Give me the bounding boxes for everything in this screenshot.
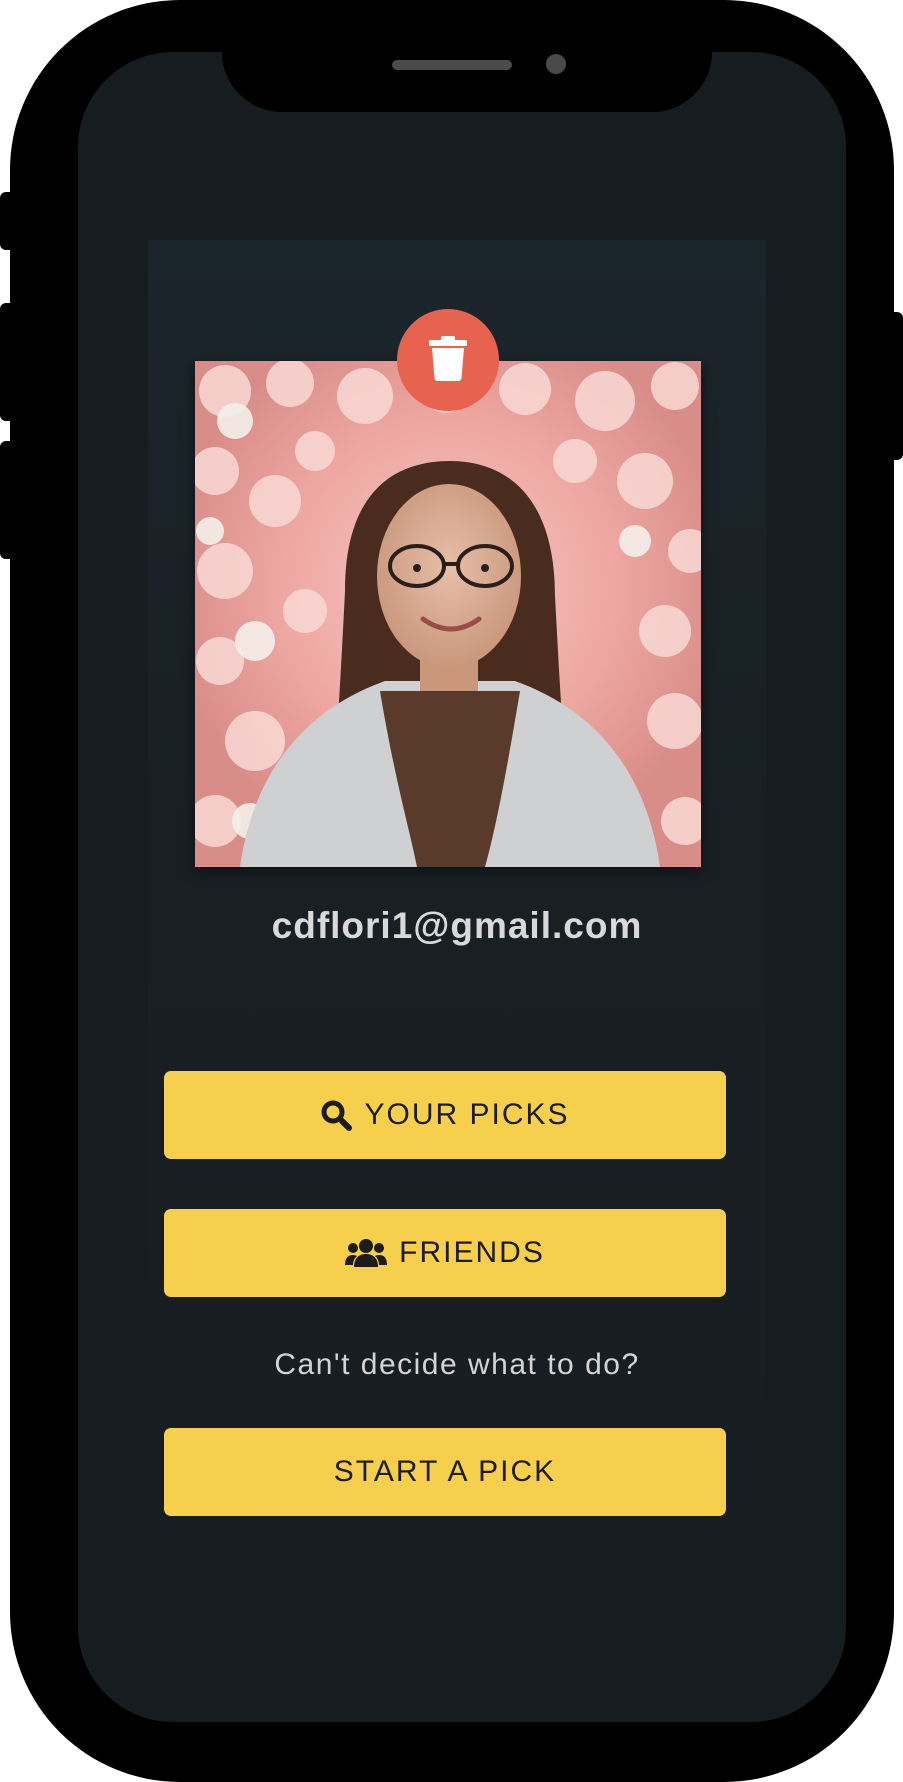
- notch-top: [222, 20, 712, 60]
- start-pick-label: START A PICK: [333, 1455, 557, 1488]
- your-picks-label: YOUR PICKS: [364, 1098, 570, 1131]
- users-icon: [345, 1237, 388, 1269]
- your-picks-button[interactable]: YOUR PICKS: [164, 1071, 726, 1159]
- profile-email: cdflori1@gmail.com: [271, 905, 643, 946]
- friends-button[interactable]: FRIENDS: [164, 1209, 726, 1297]
- delete-photo-button[interactable]: [397, 309, 499, 411]
- decide-prompt: Can't decide what to do?: [274, 1348, 640, 1381]
- friends-label: FRIENDS: [399, 1236, 545, 1269]
- front-camera: [546, 54, 566, 74]
- search-icon: [320, 1099, 353, 1131]
- speaker-grille: [392, 60, 512, 70]
- device-mockup: cdflori1@gmail.com YOUR PICKS FRIENDS Ca…: [0, 0, 903, 1782]
- trash-icon: [428, 335, 468, 386]
- start-pick-button[interactable]: START A PICK: [164, 1428, 726, 1516]
- profile-photo: [195, 361, 701, 867]
